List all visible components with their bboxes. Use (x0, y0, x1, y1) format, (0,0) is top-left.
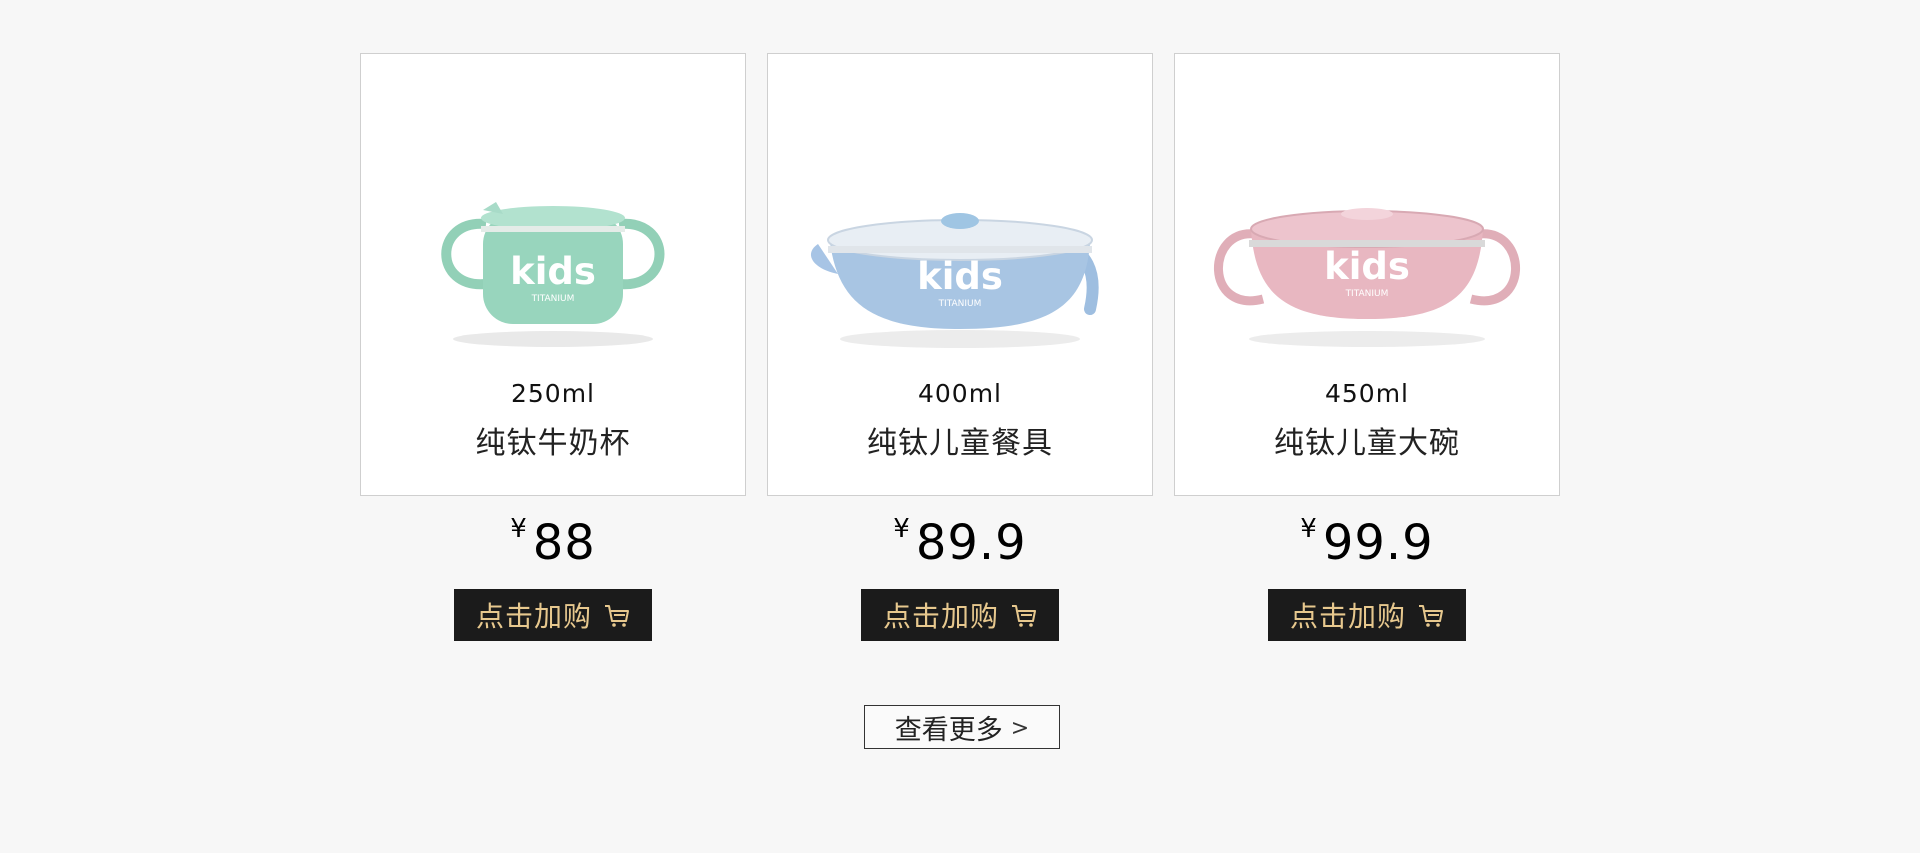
titanium-label: TITANIUM (1345, 289, 1389, 299)
add-to-cart-button[interactable]: 点击加购 (861, 589, 1059, 641)
product-name: 纯钛牛奶杯 (475, 426, 631, 461)
product-card[interactable]: kids TITANIUM 400ml 纯钛儿童餐具 (767, 53, 1153, 496)
currency-symbol: ¥ (510, 514, 527, 544)
product-volume: 250ml (510, 379, 596, 408)
kids-logo: kids (510, 250, 596, 293)
price-value: 99.9 (1322, 515, 1434, 571)
product-item-milk-cup: kids TITANIUM 250ml 纯钛牛奶杯 ¥88 点击加购 (360, 53, 746, 641)
price-row: ¥89.9 (767, 516, 1153, 567)
cart-icon (1012, 605, 1036, 627)
cart-icon (1419, 605, 1443, 627)
product-item-bowl: kids TITANIUM 450ml 纯钛儿童大碗 ¥99.9 点击加购 (1174, 53, 1560, 641)
price-value: 88 (532, 515, 596, 571)
add-to-cart-label: 点击加购 (475, 600, 592, 633)
view-more-button[interactable]: 查看更多 > (864, 705, 1060, 749)
add-to-cart-button[interactable]: 点击加购 (1268, 589, 1466, 641)
product-image-tableware[interactable]: kids TITANIUM (768, 134, 1152, 374)
product-item-tableware: kids TITANIUM 400ml 纯钛儿童餐具 ¥89.9 点击加购 (767, 53, 1153, 641)
titanium-label: TITANIUM (531, 294, 575, 304)
add-to-cart-button[interactable]: 点击加购 (454, 589, 652, 641)
price-row: ¥99.9 (1174, 516, 1560, 567)
product-grid: kids TITANIUM 250ml 纯钛牛奶杯 ¥88 点击加购 kids … (360, 53, 1560, 643)
chevron-right-icon: > (1010, 715, 1030, 741)
product-volume: 450ml (1324, 379, 1410, 408)
view-more-label: 查看更多 (894, 714, 1003, 746)
product-image-bowl[interactable]: kids TITANIUM (1175, 134, 1559, 374)
add-to-cart-label: 点击加购 (1289, 600, 1406, 633)
product-card[interactable]: kids TITANIUM 450ml 纯钛儿童大碗 (1174, 53, 1560, 496)
kids-logo: kids (917, 255, 1003, 298)
cart-icon (605, 605, 629, 627)
currency-symbol: ¥ (893, 514, 910, 544)
kids-logo: kids (1324, 245, 1410, 288)
product-image-milk-cup[interactable]: kids TITANIUM (361, 134, 745, 374)
product-name: 纯钛儿童大碗 (1274, 426, 1460, 461)
product-card[interactable]: kids TITANIUM 250ml 纯钛牛奶杯 (360, 53, 746, 496)
product-name: 纯钛儿童餐具 (867, 426, 1053, 461)
add-to-cart-label: 点击加购 (882, 600, 999, 633)
titanium-label: TITANIUM (938, 299, 982, 309)
price-row: ¥88 (360, 516, 746, 567)
price-value: 89.9 (915, 515, 1027, 571)
currency-symbol: ¥ (1300, 514, 1317, 544)
product-volume: 400ml (917, 379, 1003, 408)
